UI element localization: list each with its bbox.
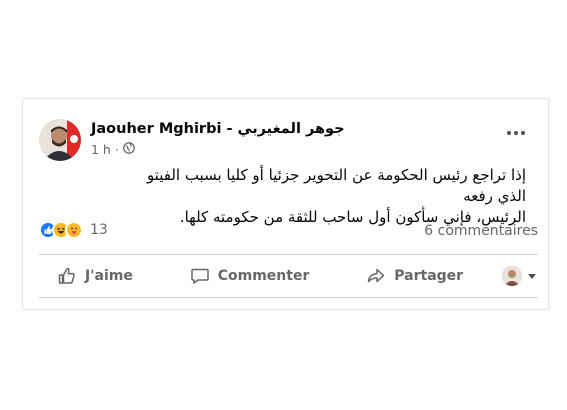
divider <box>39 297 538 298</box>
post-actions: J'aime Commenter Partager <box>39 257 538 295</box>
author-avatar[interactable] <box>39 119 81 161</box>
share-button[interactable]: Partager <box>348 266 481 286</box>
like-button[interactable]: J'aime <box>39 266 151 286</box>
post-text: إذا تراجع رئيس الحكومة عن التحوير جزئيا … <box>126 165 526 228</box>
comments-count-link[interactable]: 6 commentaires <box>424 223 538 239</box>
care-icon <box>65 221 83 239</box>
dot <box>521 131 525 135</box>
comment-icon <box>190 266 210 286</box>
comment-label: Commenter <box>217 268 310 284</box>
thumbs-up-icon <box>57 266 77 286</box>
divider <box>39 254 538 255</box>
globe-icon[interactable] <box>122 142 135 157</box>
post-meta: 1 h · <box>91 142 135 157</box>
comment-button[interactable]: Commenter <box>172 266 328 286</box>
share-label: Partager <box>394 268 464 284</box>
dot <box>514 131 518 135</box>
share-icon <box>366 266 386 286</box>
post-author[interactable]: Jaouher Mghirbi - جوهر المغيربي <box>91 121 345 137</box>
user-avatar-small <box>501 266 522 286</box>
post-as-selector[interactable] <box>501 266 538 286</box>
post-time[interactable]: 1 h · <box>91 142 119 157</box>
reactions-summary[interactable]: 13 <box>39 221 108 239</box>
post-text-line: إذا تراجع رئيس الحكومة عن التحوير جزئيا … <box>146 166 526 205</box>
reaction-count: 13 <box>90 222 108 238</box>
chevron-down-icon <box>527 273 536 279</box>
more-options-button[interactable] <box>504 125 528 141</box>
like-label: J'aime <box>85 268 133 284</box>
post-card: Jaouher Mghirbi - جوهر المغيربي 1 h · إذ… <box>22 98 549 310</box>
dot <box>507 131 511 135</box>
